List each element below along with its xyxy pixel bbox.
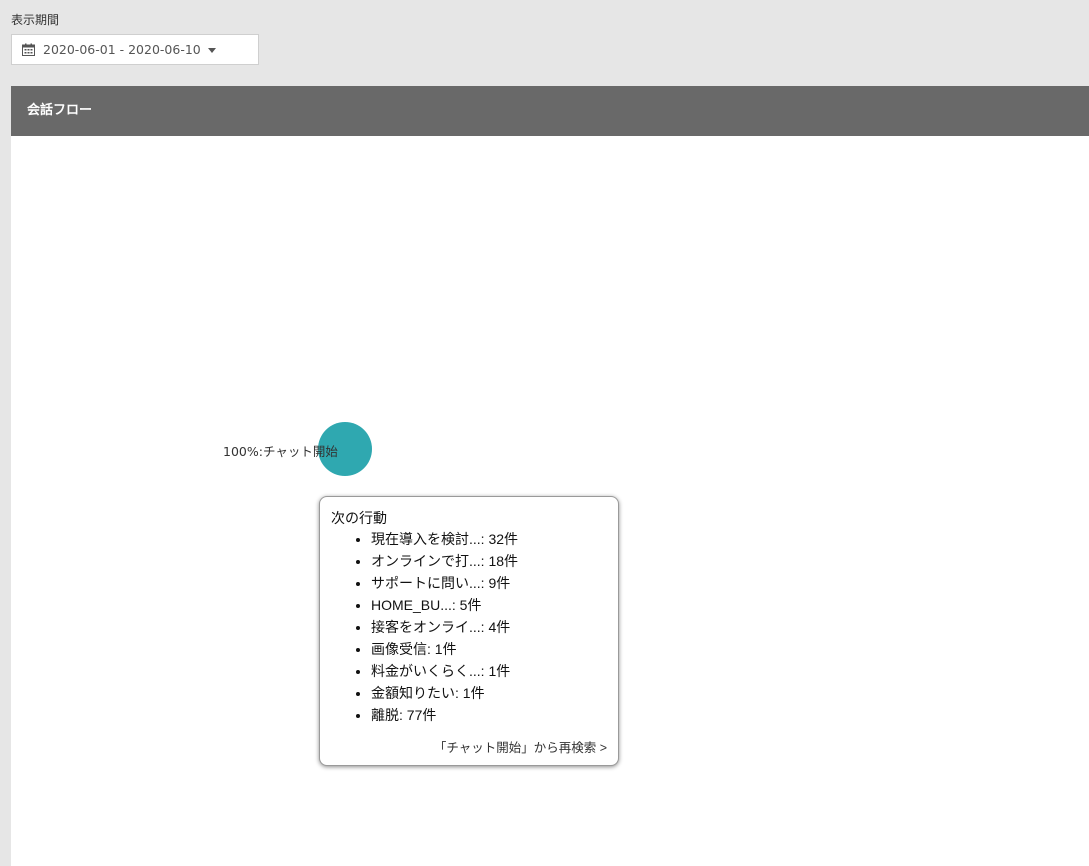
calendar-icon (22, 43, 35, 56)
list-item: 現在導入を検討...: 32件 (371, 528, 607, 550)
caret-down-icon (207, 47, 216, 53)
list-item: 料金がいくらく...: 1件 (371, 660, 607, 682)
research-from-node-link[interactable]: 「チャット開始」から再検索 > (434, 737, 607, 756)
conversation-flow-panel: 会話フロー 100%:チャット開始 次の行動 現在導入を検討...: 32件 オ… (11, 86, 1089, 866)
list-item: オンラインで打...: 18件 (371, 550, 607, 572)
flow-node-label: 100%:チャット開始 (223, 444, 338, 459)
tooltip-title: 次の行動 (331, 510, 387, 526)
list-item: サポートに問い...: 9件 (371, 572, 607, 594)
list-item: 画像受信: 1件 (371, 638, 607, 660)
list-item: 金額知りたい: 1件 (371, 682, 607, 704)
next-action-list: 現在導入を検討...: 32件 オンラインで打...: 18件 サポートに問い.… (331, 528, 607, 726)
filter-bar: 表示期間 2020-06-01 - 2020-06-10 (0, 0, 1089, 86)
next-action-tooltip: 次の行動 現在導入を検討...: 32件 オンラインで打...: 18件 サポー… (319, 496, 619, 766)
list-item: 接客をオンライ...: 4件 (371, 616, 607, 638)
list-item: HOME_BU...: 5件 (371, 594, 607, 616)
panel-title: 会話フロー (11, 86, 1089, 136)
period-label: 表示期間 (11, 13, 60, 27)
date-range-value: 2020-06-01 - 2020-06-10 (43, 42, 201, 57)
list-item: 離脱: 77件 (371, 704, 607, 726)
date-range-picker[interactable]: 2020-06-01 - 2020-06-10 (11, 34, 259, 65)
